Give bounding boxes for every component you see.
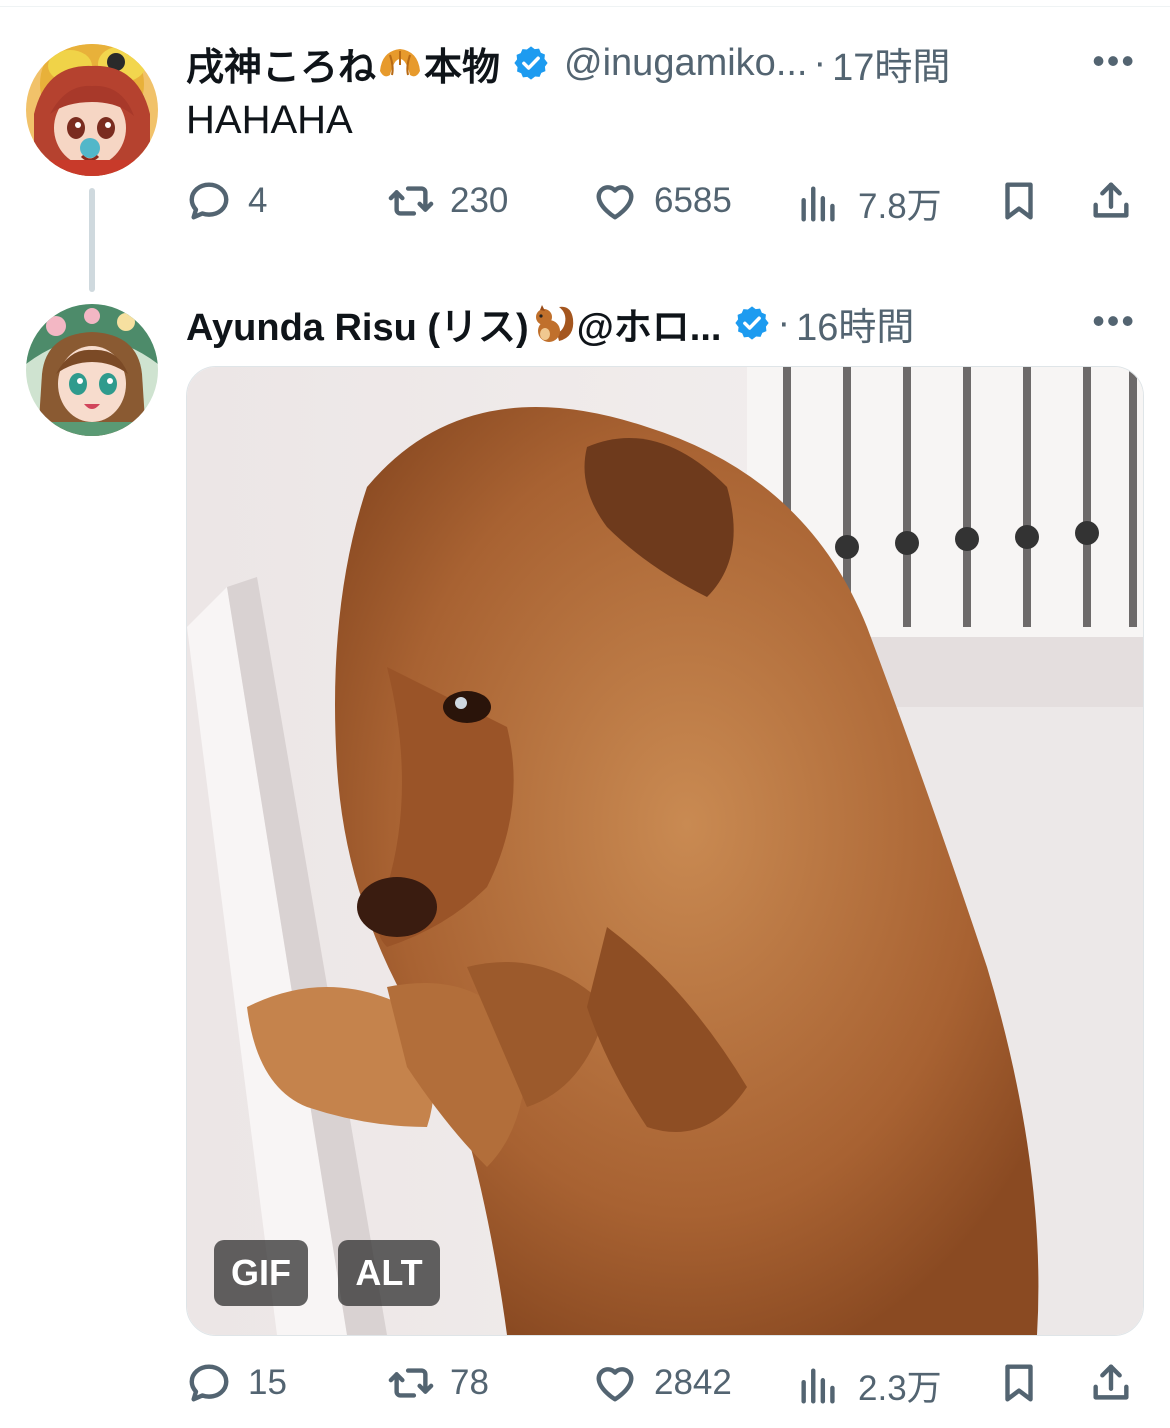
like-count: 6585 (654, 181, 732, 220)
top-divider (0, 6, 1170, 7)
gif-badge[interactable]: GIF (214, 1240, 308, 1306)
like-icon (596, 1367, 634, 1402)
views-button[interactable]: 7.8万 (796, 178, 942, 229)
thread-connector-line (89, 188, 95, 292)
tweet-actions: 4 230 6585 7.8万 (186, 172, 1146, 232)
display-name[interactable]: 戌神ころね (186, 36, 376, 91)
views-button[interactable]: 2.3万 (796, 1360, 942, 1411)
retweet-count: 78 (450, 1363, 489, 1402)
tweet-media-gif[interactable] (186, 366, 1144, 1336)
views-count: 7.8万 (858, 187, 942, 226)
display-name[interactable]: Ayunda Risu (リス) (186, 296, 529, 351)
like-button[interactable]: 6585 (592, 178, 732, 224)
views-icon (801, 1367, 835, 1404)
avatar[interactable] (26, 44, 158, 176)
alt-badge[interactable]: ALT (338, 1240, 440, 1306)
reply-count: 4 (248, 181, 268, 220)
reply-button[interactable]: 4 (186, 178, 267, 224)
views-icon (801, 185, 835, 222)
bookmark-button[interactable] (996, 1360, 1042, 1406)
reply-count: 15 (248, 1363, 287, 1402)
reply-button[interactable]: 15 (186, 1360, 287, 1406)
verified-badge-icon (733, 304, 771, 342)
like-count: 2842 (654, 1363, 732, 1402)
share-icon (1093, 1364, 1129, 1400)
views-count: 2.3万 (858, 1369, 942, 1408)
croissant-icon (376, 41, 424, 85)
tweet-header: 戌神ころね 本物 @inugamiko... · 17時間 (186, 36, 950, 91)
retweet-icon (388, 186, 434, 216)
display-name-suffix[interactable]: 本物 (424, 36, 500, 91)
retweet-button[interactable]: 78 (388, 1360, 489, 1406)
separator-dot: · (777, 301, 791, 344)
share-button[interactable] (1088, 1360, 1134, 1406)
like-icon (596, 185, 634, 220)
more-icon[interactable]: ••• (1092, 40, 1136, 82)
avatar[interactable] (26, 304, 158, 436)
bookmark-button[interactable] (996, 178, 1042, 224)
squirrel-icon (529, 301, 577, 345)
retweet-count: 230 (450, 181, 509, 220)
like-button[interactable]: 2842 (592, 1360, 732, 1406)
share-button[interactable] (1088, 178, 1134, 224)
gif-image (187, 367, 1143, 1335)
reply-icon (189, 182, 229, 220)
share-icon (1093, 182, 1129, 218)
more-icon[interactable]: ••• (1092, 300, 1136, 342)
display-name-suffix[interactable]: @ホロ... (577, 296, 722, 351)
timestamp[interactable]: 17時間 (832, 36, 950, 91)
reply-icon (189, 1364, 229, 1402)
tweet-actions: 15 78 2842 2.3万 (186, 1356, 1146, 1416)
tweet-text: HAHAHA (186, 98, 353, 142)
retweet-button[interactable]: 230 (388, 178, 508, 224)
verified-badge-icon (512, 44, 550, 82)
bookmark-icon (1005, 182, 1033, 220)
bookmark-icon (1005, 1364, 1033, 1402)
tweet-header: Ayunda Risu (リス) @ホロ... · 16時間 (186, 296, 914, 351)
retweet-icon (388, 1368, 434, 1398)
user-handle[interactable]: @inugamiko... (564, 42, 807, 85)
separator-dot: · (813, 41, 827, 84)
timestamp[interactable]: 16時間 (796, 296, 914, 351)
